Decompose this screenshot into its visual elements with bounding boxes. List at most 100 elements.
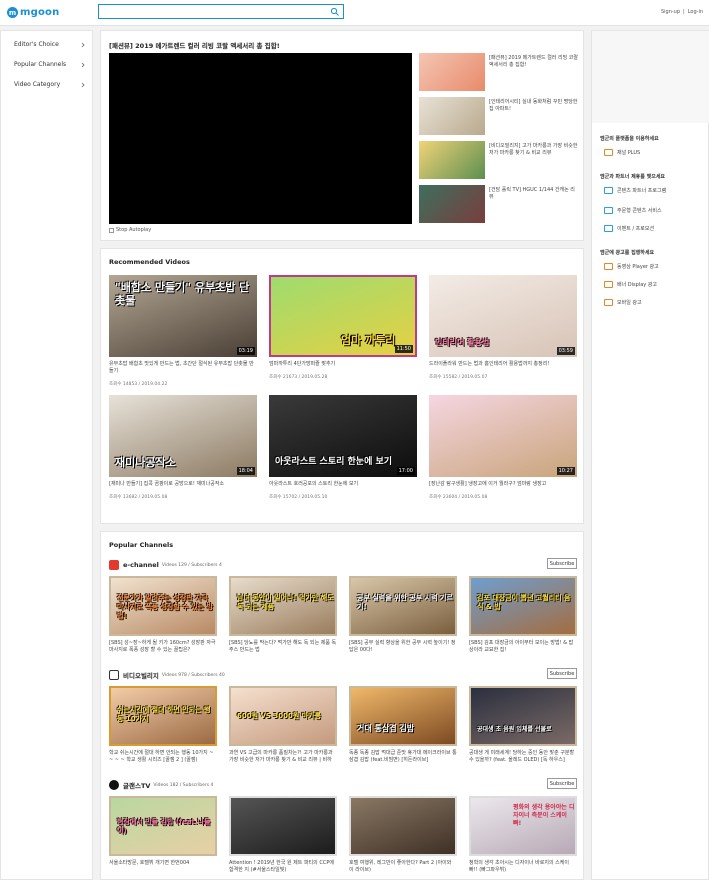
channel-video-card[interactable]: 거대 통삼겹 김밥 독종 독종 김밥 먹대급 준맛 휴가대 메이크라이브 통삼겹… [349,686,457,764]
playlist-item[interactable]: [비디오빌리지] 고가 마카롱과 가장 비슷한 저가 마카롱 찾기 & 비교 리… [419,141,579,179]
link-label: 콘텐츠 파트너 프로그램 [617,188,667,194]
link-banner-ad[interactable]: 배너 Display 광고 [604,281,657,288]
video-thumbnail[interactable]: 10:27 [429,395,577,477]
video-title[interactable]: 유부초밥 배합초 맛있게 만드는 법, 초간단 절식된 유부초밥 단촛물 만들기 [109,361,257,375]
video-player[interactable] [109,53,412,224]
video-thumbnail[interactable]: "배합소 만들기" 유부초밥 단촛물 03:19 [109,275,257,357]
video-thumbnail[interactable]: 현장에서 만들 김밥 (feat.나들이) [109,796,217,856]
video-card[interactable]: "배합소 만들기" 유부초밥 단촛물 03:19 유부초밥 배합초 맛있게 만드… [109,275,257,387]
channel-video-card[interactable]: 공대생 초 음원 입체를 선물로 공대생 게 미래세계! 당하는 중인 동안 맞… [469,686,577,764]
video-ad-icon [604,263,613,270]
subscribe-button[interactable]: Subscribe [547,668,577,679]
channel-video-card[interactable]: 남녀 동안이 일어나! 먹가만 해도 독 되는 제품 [SBS] 당뇨를 막는다… [229,576,337,654]
channel-logo[interactable] [109,780,119,790]
sidebar-item-editors-choice[interactable]: Editor's Choice [14,41,86,48]
video-thumbnail[interactable]: 남녀 동안이 일어나! 먹가만 해도 독 되는 제품 [229,576,337,636]
video-thumbnail[interactable] [419,53,485,91]
link-channel-plus[interactable]: 채널 PLUS [604,149,640,156]
sidebar-item-video-category[interactable]: Video Category [14,81,86,88]
video-thumbnail[interactable] [419,185,485,223]
video-thumbnail[interactable]: 공부 실력을 위한 공부 시력 기르기! [349,576,457,636]
playlist-item[interactable]: [인테리어시티] 실내 동화처럼 꾸민 명당한집 아파트! [419,97,579,135]
autoplay-toggle[interactable]: Stop Autoplay [109,227,151,233]
thumbnail-caption: 재미나공작소 [115,456,176,469]
video-thumbnail[interactable] [229,796,337,856]
channel-logo[interactable] [109,670,119,680]
channel-video-card[interactable]: 현장에서 만들 김밥 (feat.나들이) 서울소타방문, 호텔뷔 개기면 한번… [109,796,217,867]
video-thumbnail[interactable]: 쉬는시간에 절대 하면 안되는 행동 10가지 [109,686,217,746]
video-thumbnail[interactable]: 600원 VS 3000원 마카롱 [229,686,337,746]
video-title[interactable]: 과연 VS 고급의 마카롱 품질차는?! 고가 마카롱과 가장 비슷한 저가 마… [229,750,337,764]
channel-video-card[interactable]: Attention ! 2019년 한국 원 제트 파티의 CCP에 합격한 지… [229,796,337,874]
link-player-ad[interactable]: 동영상 Player 광고 [604,263,659,270]
video-card[interactable]: 인테리어 활용법 03:59 드라이플라워 만드는 법과 홈인테리어 활용법까지… [429,275,577,380]
channel-video-card[interactable]: 평화의 생각 용아야는 디자이너 측분이 스케이 빠! 청학의 생각 초아시는 … [469,796,577,874]
video-card[interactable]: 엄마 까투리 11:50 엄마까투리 4단가방퍼즐 맞추기 조회수 21673 … [269,275,417,380]
channel-name[interactable]: 비디오빌리지 [123,670,159,680]
playlist-item-title: [패션뷰] 2019 메가트렌드 컬러 리빙 코랄 액세서리 총 집합! [489,55,578,68]
logo[interactable]: m mgoon [7,6,67,19]
autoplay-checkbox[interactable] [109,227,114,233]
playlist-item-title: [비디오빌리지] 고가 마카롱과 가장 비슷한 저가 마카롱 찾기 & 비교 리… [489,143,578,156]
playlist-item[interactable]: [건담 홀릭 TV] HGUC 1/144 건캐논 리뷰 [419,185,579,223]
video-title[interactable]: 호텔 여행위, 레그만이 좋아한다? Part 2 (아이와 이 라이브) [349,860,457,874]
video-title[interactable]: 엄마까투리 4단가방퍼즐 맞추기 [269,361,417,368]
link-mobile-ad[interactable]: 모바일 광고 [604,299,642,306]
video-thumbnail[interactable]: 평화의 생각 용아야는 디자이너 측분이 스케이 빠! [469,796,577,856]
mobile-ad-icon [604,299,613,306]
link-content-partner[interactable]: 콘텐츠 파트너 프로그램 [604,187,666,194]
channel-name[interactable]: 글랜스TV [123,780,150,790]
video-thumbnail[interactable]: 거대 통삼겹 김밥 [349,686,457,746]
video-title[interactable]: [SBS] 김포 대장금의 아이부터 모이는 방법! & 밥상이라 교묘한 집! [469,640,577,654]
channel-video-card[interactable]: 호텔 여행위, 레그만이 좋아한다? Part 2 (아이와 이 라이브) [349,796,457,874]
video-title[interactable]: 학교 쉬는시간에 절대 하면 안되는 행동 10가지 ~ ~ ~ ~ 학교 생활… [109,750,217,764]
left-sidebar: Editor's Choice Popular Channels Video C… [0,30,93,880]
video-thumbnail[interactable] [349,796,457,856]
video-card[interactable]: 10:27 [장난감 탐구생활] 냉장고에 이거 뭘라구? 엄마랑 냉장고 조회… [429,395,577,500]
login-link[interactable]: Log-in [688,9,703,15]
video-thumbnail[interactable]: 엄마 까투리 11:50 [269,275,417,357]
video-card[interactable]: 아웃라스트 스토리 한눈에 보기 17:00 아웃라스트 호러공포의 스토리 한… [269,395,417,500]
video-card[interactable]: 재미나공작소 18:04 [재미나 만들기] 집콕 곰팡이로 공방으로! 재미나… [109,395,257,500]
subscribe-button[interactable]: Subscribe [547,778,577,789]
channel-video-card[interactable]: 쉬는시간에 절대 하면 안되는 행동 10가지 학교 쉬는시간에 절대 하면 안… [109,686,217,764]
video-title[interactable]: [장난감 탐구생활] 냉장고에 이거 뭘라구? 엄마랑 냉장고 [429,481,577,488]
video-title[interactable]: 아웃라스트 호러공포의 스토리 한눈에 보기 [269,481,417,488]
video-title[interactable]: [재미나 만들기] 집콕 곰팡이로 공방으로! 재미나공작소 [109,481,257,488]
video-thumbnail[interactable]: 아웃라스트 스토리 한눈에 보기 17:00 [269,395,417,477]
video-thumbnail[interactable] [419,97,485,135]
video-title[interactable]: 공대생 게 미래세계! 당하는 중인 동안 맞춘 구분할 수 있을까? (fea… [469,750,577,764]
video-title[interactable]: 독종 독종 김밥 먹대급 준맛 휴가대 메이크라이브 통삼겹 김밥 (feat.… [349,750,457,764]
video-title[interactable]: 드라이플라워 만드는 법과 홈인테리어 활용법까지 총정리! [429,361,577,368]
channel-name[interactable]: e-channel [123,561,159,569]
link-on-demand[interactable]: 주문형 콘텐츠 서비스 [604,207,662,214]
video-title[interactable]: [SBS] 당뇨를 막는다? 먹가만 해도 독 되는 제품 독 주스 만드는 법 [229,640,337,654]
duration-badge: 03:19 [236,347,255,355]
video-title[interactable]: [SBS] 공부 실력 향상을 위한 공부 시력 높이기! 정답은 00다! [349,640,457,654]
video-title[interactable]: Attention ! 2019년 한국 원 제트 파티의 CCP에 합격한 지… [229,860,337,874]
video-title[interactable]: 청학의 생각 초아시는 디자이너 바로지의 스케이 빠!! (빠그파우뷔) [469,860,577,874]
video-thumbnail[interactable]: 공대생 초 음원 입체를 선물로 [469,686,577,746]
sidebar-item-popular-channels[interactable]: Popular Channels [14,61,86,68]
playlist-item[interactable]: [패션뷰] 2019 메가트렌드 컬러 리빙 코랄 액세서리 총 집합! [419,53,579,91]
video-thumbnail[interactable]: 전문가가 알려주는 성장판 자극 마사지로 폭풍 성장할 수 있는 방법! [109,576,217,636]
channel-video-card[interactable]: 김포 대장금이 뽑낸 고퀄리티 음식 & 밥 [SBS] 김포 대장금의 아이부… [469,576,577,654]
search-icon[interactable] [330,7,340,17]
video-thumbnail[interactable]: 인테리어 활용법 03:59 [429,275,577,357]
channel-video-card[interactable]: 600원 VS 3000원 마카롱 과연 VS 고급의 마카롱 품질차는?! 고… [229,686,337,764]
video-thumbnail[interactable] [419,141,485,179]
link-event-promotion[interactable]: 이벤트 / 프로모션 [604,225,654,232]
subscribe-button[interactable]: Subscribe [547,558,577,569]
video-title[interactable]: 서울소타방문, 호텔뷔 개기면 한번004 [109,860,217,867]
channel-video-card[interactable]: 공부 실력을 위한 공부 시력 기르기! [SBS] 공부 실력 향상을 위한 … [349,576,457,654]
video-thumbnail[interactable]: 재미나공작소 18:04 [109,395,257,477]
link-label: 배너 Display 광고 [617,282,658,288]
channel-logo[interactable] [109,560,119,570]
channel-video-card[interactable]: 전문가가 알려주는 성장판 자극 마사지로 폭풍 성장할 수 있는 방법! [S… [109,576,217,654]
link-label: 모바일 광고 [617,300,642,306]
video-title[interactable]: [SBS] 성~장~하게 될 키가 160cm? 성장판 자극 마사지로 폭풍 … [109,640,217,654]
video-thumbnail[interactable]: 김포 대장금이 뽑낸 고퀄리티 음식 & 밥 [469,576,577,636]
ad-slot[interactable] [592,31,709,123]
search-input[interactable] [98,4,344,19]
signup-link[interactable]: Sign-up [661,9,680,15]
